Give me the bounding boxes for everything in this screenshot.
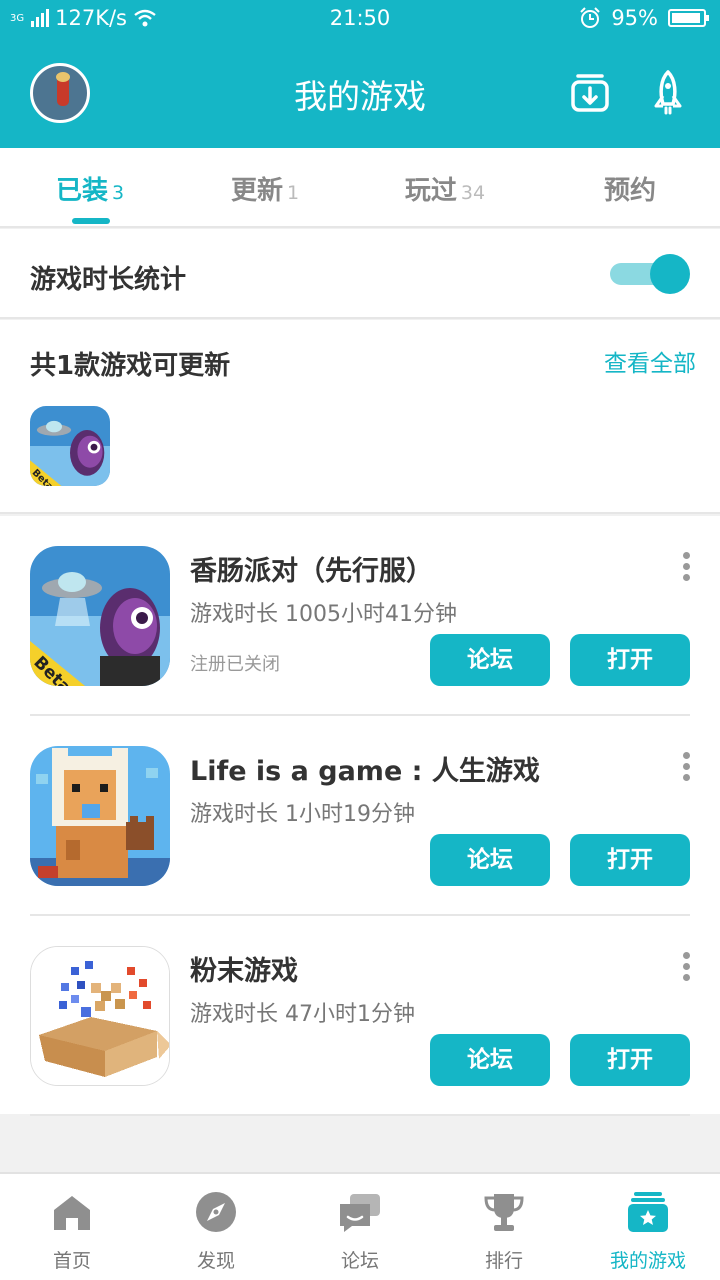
alarm-icon	[580, 7, 601, 28]
compass-icon	[196, 1192, 236, 1232]
tab-reserved[interactable]: 预约	[540, 170, 720, 207]
tab-label: 已装	[55, 176, 108, 206]
more-options-icon[interactable]	[683, 752, 691, 782]
game-icon-sausage-party[interactable]: Beta	[30, 546, 170, 686]
tab-indicator	[72, 218, 110, 224]
tab-label: 更新	[230, 176, 283, 206]
nav-ranking[interactable]: 排行	[432, 1174, 576, 1280]
list-item[interactable]: 粉末游戏 游戏时长 47小时1分钟 论坛 打开	[0, 916, 720, 1116]
tab-count: 1	[286, 182, 300, 204]
game-stack-star-icon	[628, 1192, 668, 1232]
forum-button[interactable]: 论坛	[430, 634, 550, 686]
nav-my-games[interactable]: 我的游戏	[576, 1174, 720, 1280]
tab-installed[interactable]: 已装 3	[0, 170, 180, 207]
game-name: 粉末游戏	[190, 956, 298, 987]
home-icon	[54, 1196, 90, 1230]
tab-updates[interactable]: 更新 1	[175, 170, 355, 207]
app-header: 3G 127K/s 21:50 95% 我的游戏	[0, 0, 720, 148]
list-item[interactable]: Life is a game : 人生游戏 游戏时长 1小时19分钟 论坛 打开	[0, 716, 720, 916]
open-button[interactable]: 打开	[570, 634, 690, 686]
game-icon-powder-game[interactable]	[30, 946, 170, 1086]
status-bar: 3G 127K/s 21:50 95%	[0, 0, 720, 38]
game-name: Life is a game : 人生游戏	[190, 756, 540, 787]
more-options-icon[interactable]	[683, 952, 691, 982]
tab-count: 3	[111, 182, 125, 204]
playtime-stats-toggle[interactable]	[608, 254, 690, 294]
game-name: 香肠派对（先行服）	[190, 556, 433, 587]
game-icon-life-is-a-game[interactable]	[30, 746, 170, 886]
game-note: 注册已关闭	[190, 654, 280, 675]
list-item[interactable]: Beta 香肠派对（先行服） 游戏时长 1005小时41分钟 注册已关闭 论坛 …	[0, 516, 720, 716]
nav-forum[interactable]: 论坛	[288, 1174, 432, 1280]
update-game-icon[interactable]: Beta	[30, 406, 110, 486]
nav-label: 排行	[484, 1250, 523, 1272]
game-playtime: 游戏时长 1小时19分钟	[190, 802, 415, 827]
more-options-icon[interactable]	[683, 552, 691, 582]
nav-discover[interactable]: 发现	[144, 1174, 288, 1280]
download-box-icon[interactable]	[566, 68, 614, 116]
forum-button[interactable]: 论坛	[430, 1034, 550, 1086]
battery-icon	[668, 9, 709, 27]
forum-button[interactable]: 论坛	[430, 834, 550, 886]
open-button[interactable]: 打开	[570, 1034, 690, 1086]
bottom-nav: 首页 发现 论坛 排行 我的游戏	[0, 1172, 720, 1280]
divider	[30, 1114, 690, 1116]
battery-percent: 95%	[611, 6, 658, 30]
tab-count: 34	[460, 182, 486, 204]
nav-label: 论坛	[340, 1250, 379, 1272]
chat-bubbles-icon	[340, 1194, 380, 1232]
playtime-stats-row: 游戏时长统计	[0, 229, 720, 319]
nav-home[interactable]: 首页	[0, 1174, 144, 1280]
nav-label: 首页	[52, 1250, 91, 1272]
rocket-icon[interactable]	[644, 68, 692, 116]
trophy-icon	[484, 1194, 524, 1231]
tab-bar: 已装 3 更新 1 玩过 34 预约	[0, 148, 720, 228]
open-button[interactable]: 打开	[570, 834, 690, 886]
nav-label: 我的游戏	[609, 1250, 686, 1272]
nav-label: 发现	[196, 1250, 235, 1272]
game-playtime: 游戏时长 1005小时41分钟	[190, 602, 457, 627]
game-playtime: 游戏时长 47小时1分钟	[190, 1002, 415, 1027]
tab-label: 玩过	[404, 176, 457, 206]
installed-games-list: Beta 香肠派对（先行服） 游戏时长 1005小时41分钟 注册已关闭 论坛 …	[0, 516, 720, 1116]
playtime-stats-label: 游戏时长统计	[30, 265, 187, 295]
see-all-link[interactable]: 查看全部	[604, 344, 696, 378]
tab-played[interactable]: 玩过 34	[355, 170, 535, 207]
tab-label: 预约	[603, 176, 656, 206]
updates-title: 共1款游戏可更新	[30, 351, 231, 381]
updates-section: 共1款游戏可更新 查看全部 Beta	[0, 320, 720, 514]
